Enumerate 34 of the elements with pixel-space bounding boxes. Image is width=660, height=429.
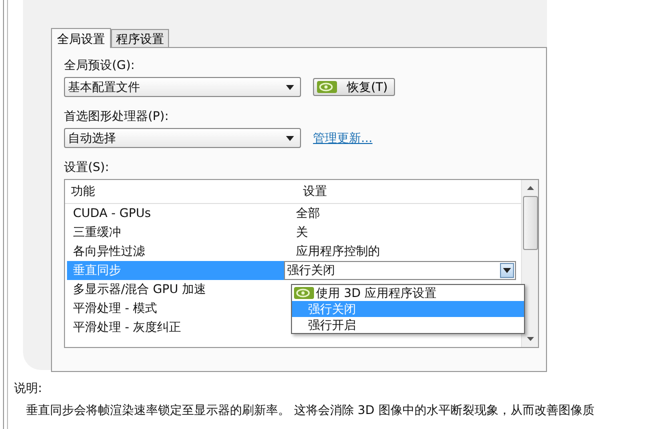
setting-cell-text: 应用程序控制的 [295, 243, 380, 260]
gpu-dropdown[interactable]: 自动选择 [64, 128, 301, 148]
eye-logo-icon [317, 81, 337, 93]
preset-dropdown[interactable]: 基本配置文件 [64, 77, 301, 97]
feature-cell[interactable]: 多显示器/混合 GPU 加速 [67, 280, 284, 299]
field-label: 全局预设(G): [64, 57, 135, 74]
scroll-thumb[interactable] [522, 196, 538, 250]
feature-cell[interactable]: 平滑处理 - 灰度纠正 [67, 318, 284, 337]
setting-cell-text: 全部 [295, 205, 320, 222]
caret-icon [286, 136, 294, 140]
tab[interactable]: 程序设置 [111, 29, 169, 47]
dropdown-option[interactable]: 使用 3D 应用程序设置 [292, 285, 524, 301]
feature-cell[interactable]: 平滑处理 - 模式 [67, 299, 284, 318]
column-header[interactable]: 设置 [291, 183, 327, 200]
caret-icon [286, 84, 294, 90]
scroll-down-icon[interactable] [526, 337, 534, 341]
description-label: 说明: [14, 380, 44, 397]
description-text: 垂直同步会将帧渲染速率锁定至显示器的刷新率。 这将会消除 3D 图像中的水平断裂现象，从而改善图像质 [26, 402, 596, 419]
dropdown-option[interactable]: 强行开启 [292, 317, 524, 333]
scroll-up-icon[interactable] [526, 186, 534, 190]
feature-cell[interactable]: 各向异性过滤 [67, 242, 284, 261]
eye-logo-icon [294, 287, 314, 299]
field-label: 首选图形处理器(P): [64, 108, 169, 125]
column-header[interactable]: 功能 [65, 183, 291, 200]
feature-cell[interactable]: 三重缓冲 [67, 223, 284, 242]
feature-cell[interactable]: CUDA - GPUs [67, 204, 284, 223]
tab[interactable]: 全局设置 [51, 28, 111, 48]
setting-cell-text: 关 [295, 224, 308, 241]
restore-button[interactable]: 恢复(T) [313, 78, 395, 96]
field-label: 设置(S): [64, 159, 110, 176]
manage-updates-link[interactable]: 管理更新... [313, 130, 372, 146]
setting-dropdown[interactable]: 强行关闭 [284, 261, 516, 280]
caret-icon [503, 268, 511, 273]
scrollbar[interactable] [521, 180, 538, 347]
